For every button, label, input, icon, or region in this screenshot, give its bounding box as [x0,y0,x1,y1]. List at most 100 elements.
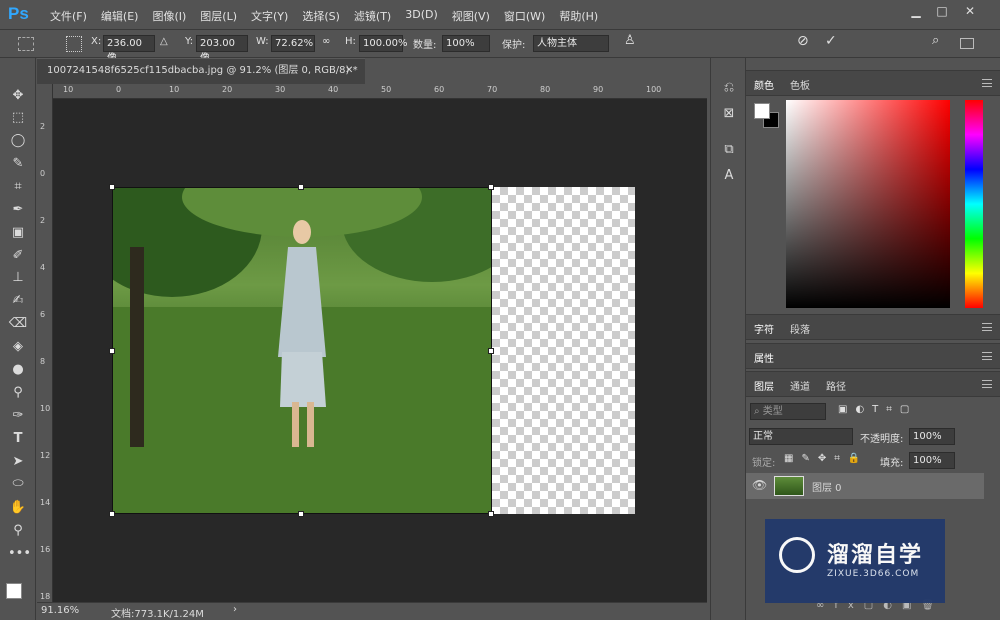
menu-image[interactable]: 图像(I) [145,8,193,24]
x-label: X: [91,36,102,47]
blur-tool-icon[interactable]: ● [8,360,28,380]
transform-handle-bl[interactable] [109,511,115,517]
transform-handle-r[interactable] [488,348,494,354]
dodge-tool-icon[interactable]: ⚲ [8,383,28,403]
eraser-tool-icon[interactable]: ⌫ [8,314,28,334]
move-tool-icon[interactable]: ✥ [8,86,28,106]
close-icon[interactable]: ✕ [958,2,982,20]
hue-slider[interactable] [965,100,983,308]
h-field[interactable]: 100.00% [359,35,408,52]
marquee-tool-icon[interactable]: ⬚ [8,108,28,128]
blend-mode-select[interactable]: 正常 [749,428,853,445]
menu-help[interactable]: 帮助(H) [552,8,605,24]
photoshop-logo: Ps [8,4,29,23]
document-info: 文档:773.1K/1.24M [111,609,204,620]
menu-type[interactable]: 文字(Y) [244,8,295,24]
ruler-left-label: 4 [40,263,46,272]
amount-field[interactable]: 100% [442,35,490,52]
menu-file[interactable]: 文件(F) [43,8,94,24]
menu-view[interactable]: 视图(V) [445,8,497,24]
cancel-transform-icon[interactable]: ⊘ [797,33,809,49]
type-tool-icon[interactable]: T [8,429,28,449]
transform-handle-br[interactable] [488,511,494,517]
document-tab[interactable]: 1007241548f6525cf115dbacba.jpg @ 91.2% (… [37,58,365,84]
ruler-left-label: 14 [40,498,51,507]
menu-filter[interactable]: 滤镜(T) [347,8,398,24]
character-panel-header: 字符 段落 [746,314,1000,340]
tool-preset-icon[interactable] [18,37,34,51]
hand-tool-icon[interactable]: ✋ [8,498,28,518]
minimize-icon[interactable]: ▁ [904,2,928,20]
tab-swatches[interactable]: 色板 [790,77,810,92]
paint-bucket-icon[interactable]: ◈ [8,337,28,357]
color-fg-swatch[interactable] [754,103,770,119]
visibility-eye-icon[interactable]: 👁 [752,478,767,492]
close-document-icon[interactable]: ✕ [345,59,353,83]
actions-panel-icon[interactable]: ⊠ [719,104,739,124]
status-menu-icon[interactable]: › [233,604,237,615]
menu-edit[interactable]: 编辑(E) [94,8,146,24]
transform-handle-b[interactable] [298,511,304,517]
tab-color[interactable]: 颜色 [754,77,774,92]
history-brush-icon[interactable]: ✍ [8,291,28,311]
tab-layers[interactable]: 图层 [754,378,774,393]
workspace-icon[interactable] [960,38,974,49]
search-icon[interactable]: ⌕ [932,33,939,48]
protect-select[interactable]: 人物主体 [533,35,609,52]
clone-source-icon[interactable]: ⧉ [719,140,739,160]
color-panel-menu-icon[interactable] [982,79,992,87]
zoom-tool-icon[interactable]: ⚲ [8,521,28,541]
fill-field[interactable]: 100% [909,452,955,469]
layer-row[interactable]: 👁 图层 0 [746,473,984,499]
properties-panel-menu-icon[interactable] [982,352,992,360]
tab-paragraph[interactable]: 段落 [790,321,810,336]
ellipse-tool-icon[interactable]: ⬭ [8,474,28,494]
character-styles-icon[interactable]: A [719,166,739,186]
link-icon[interactable]: ∞ [322,36,330,47]
ruler-top-label: 70 [487,85,498,94]
tab-paths[interactable]: 路径 [826,378,846,393]
menu-3d[interactable]: 3D(D) [398,8,445,24]
zoom-level[interactable]: 91.16% [41,605,79,616]
transform-handle-tr[interactable] [488,184,494,190]
color-field[interactable] [786,100,950,308]
history-panel-icon[interactable]: ⎌ [719,78,739,98]
reference-point-icon[interactable] [66,36,82,52]
stamp-tool-icon[interactable]: ⊥ [8,268,28,288]
character-panel-menu-icon[interactable] [982,323,992,331]
tab-properties[interactable]: 属性 [754,350,774,365]
transform-handle-tl[interactable] [109,184,115,190]
quick-select-tool-icon[interactable]: ✎ [8,154,28,174]
transform-handle-l[interactable] [109,348,115,354]
more-tools-icon[interactable]: ••• [8,544,31,564]
protect-skin-icon[interactable]: ♙ [624,33,636,48]
commit-transform-icon[interactable]: ✓ [825,33,837,49]
lock-icons[interactable]: ▦✎✥⌗🔒 [784,453,868,464]
tab-character[interactable]: 字符 [754,321,774,336]
tab-channels[interactable]: 通道 [790,378,810,393]
main-menu: 文件(F) 编辑(E) 图像(I) 图层(L) 文字(Y) 选择(S) 滤镜(T… [43,8,605,24]
brush-tool-icon[interactable]: ✐ [8,246,28,266]
pen-tool-icon[interactable]: ✑ [8,406,28,426]
eyedropper-tool-icon[interactable]: ✒ [8,200,28,220]
layers-panel-menu-icon[interactable] [982,380,992,388]
layer-filter-icons[interactable]: ▣◐T⌗▢ [838,404,917,415]
menu-select[interactable]: 选择(S) [295,8,347,24]
foreground-color-swatch[interactable] [6,583,22,599]
w-field[interactable]: 72.62% [271,35,315,52]
crop-tool-icon[interactable]: ⌗ [8,177,28,197]
menu-layer[interactable]: 图层(L) [193,8,244,24]
transform-handle-t[interactable] [298,184,304,190]
path-select-tool-icon[interactable]: ➤ [8,452,28,472]
maximize-icon[interactable]: □ [930,2,954,20]
healing-tool-icon[interactable]: ▣ [8,223,28,243]
x-field[interactable]: 236.00 像 [103,35,155,64]
layer-kind-filter[interactable]: ⌕ 类型 [750,403,826,420]
opacity-field[interactable]: 100% [909,428,955,445]
y-field[interactable]: 203.00 像 [196,35,248,64]
delta-icon[interactable]: △ [160,36,168,47]
menu-window[interactable]: 窗口(W) [497,8,552,24]
ruler-top-label: 100 [646,85,662,94]
lasso-tool-icon[interactable]: ◯ [8,131,28,151]
layer-name[interactable]: 图层 0 [812,479,842,494]
